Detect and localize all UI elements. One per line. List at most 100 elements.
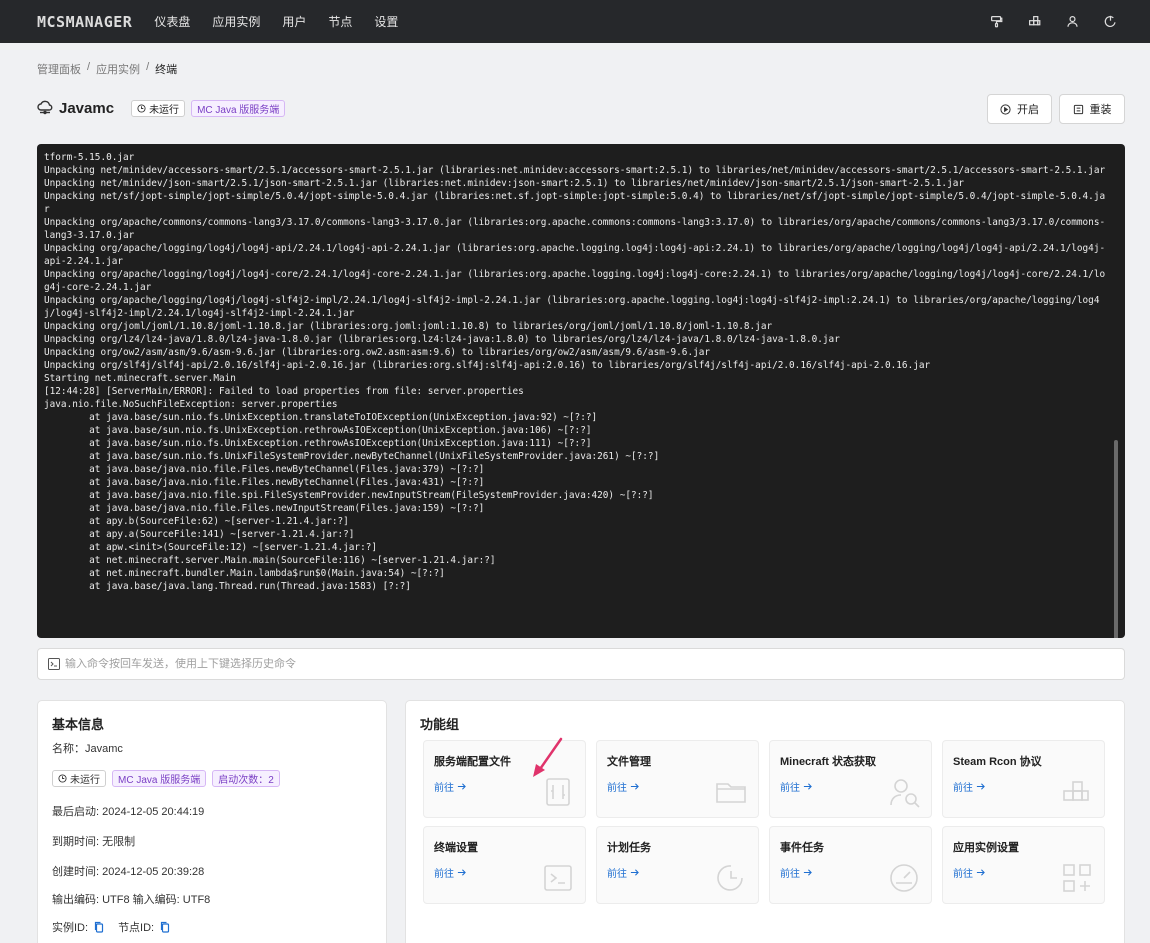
nav-users[interactable]: 用户 — [282, 13, 306, 30]
clock-icon — [58, 774, 67, 783]
type-badge: MC Java 版服务端 — [191, 100, 286, 117]
terminal-output[interactable]: tform-5.15.0.jar Unpacking net/minidev/ac… — [37, 144, 1125, 638]
function-card[interactable]: 应用实例设置 前往 — [942, 826, 1105, 904]
start-button[interactable]: 开启 — [987, 94, 1052, 124]
breadcrumb-separator: / — [146, 61, 150, 73]
basic-info-title: 基本信息 — [52, 717, 105, 732]
blocks-icon — [1063, 781, 1089, 801]
terminal-line: Unpacking org/ow2/asm/asm/9.6/asm-9.6.ja… — [44, 347, 711, 358]
function-card-title: 文件管理 — [607, 756, 651, 768]
cloud-server-icon — [37, 99, 53, 118]
go-link[interactable]: 前往 — [434, 779, 466, 794]
info-status-text: 未运行 — [70, 775, 100, 786]
terminal-line: at java.base/sun.nio.fs.UnixException.re… — [44, 425, 592, 436]
instance-header: Javamc 未运行 MC Java 版服务端 — [37, 99, 291, 118]
function-card-title: 终端设置 — [434, 842, 478, 854]
info-last-start: 最后启动: 2024-12-05 20:44:19 — [52, 806, 205, 818]
info-ids: 实例ID: 节点ID: — [52, 919, 184, 935]
info-encoding: 输出编码: UTF8 输入编码: UTF8 — [52, 894, 211, 906]
function-card-title: Steam Rcon 协议 — [953, 756, 1042, 768]
breadcrumb-separator: / — [87, 61, 91, 73]
terminal-prompt-icon — [48, 658, 60, 670]
cube-icon[interactable] — [1024, 11, 1044, 31]
breadcrumb-item-instances[interactable]: 应用实例 — [96, 61, 140, 77]
terminal-line: java.nio.file.NoSuchFileException: serve… — [44, 399, 338, 410]
function-card-title: 应用实例设置 — [953, 842, 1019, 854]
status-badge: 未运行 — [131, 100, 186, 117]
nav-instances[interactable]: 应用实例 — [212, 13, 260, 30]
command-input[interactable] — [65, 658, 1065, 670]
function-card[interactable]: 计划任务 前往 — [596, 826, 759, 904]
annotation-arrow — [533, 737, 563, 777]
terminal-line: Starting net.minecraft.server.Main — [44, 373, 236, 384]
breadcrumb-item-terminal: 终端 — [155, 64, 178, 76]
terminal-line: at java.base/java.nio.file.Files.newByte… — [44, 477, 485, 488]
arrow-right-icon — [976, 783, 985, 790]
settings-file-icon — [546, 778, 570, 806]
apps-icon — [1063, 864, 1091, 892]
reinstall-button[interactable]: 重装 — [1059, 94, 1125, 124]
logout-icon[interactable] — [1100, 11, 1120, 31]
function-card[interactable]: 事件任务 前往 — [769, 826, 932, 904]
function-card[interactable]: Minecraft 状态获取 前往 — [769, 740, 932, 818]
clock-icon — [717, 865, 743, 891]
terminal-line: at java.base/sun.nio.fs.UnixException.tr… — [44, 412, 598, 423]
breadcrumb: 管理面板 / 应用实例 / 终端 — [37, 61, 183, 77]
info-status-badge: 未运行 — [52, 770, 106, 787]
copy-instance-id-icon[interactable] — [94, 921, 104, 933]
function-card-title: 服务端配置文件 — [434, 756, 511, 768]
terminal-line: at java.base/java.nio.file.Files.newByte… — [44, 464, 485, 475]
terminal-line: at java.base/java.nio.file.spi.FileSyste… — [44, 490, 654, 501]
terminal-line: Unpacking org/slf4j/slf4j-api/2.0.16/slf… — [44, 360, 931, 371]
user-icon[interactable] — [1062, 11, 1082, 31]
app-logo[interactable]: MCSMANAGER — [37, 13, 132, 31]
function-group-title: 功能组 — [420, 717, 460, 732]
terminal-line: Unpacking org/apache/logging/log4j/log4j… — [44, 295, 1100, 319]
go-link[interactable]: 前往 — [953, 779, 985, 794]
terminal-line: [12:44:28] [ServerMain/ERROR]: Failed to… — [44, 386, 524, 397]
breadcrumb-item-panel[interactable]: 管理面板 — [37, 61, 81, 77]
reinstall-button-label: 重装 — [1089, 104, 1112, 116]
terminal-line: at apw.<init>(SourceFile:12) ~[server-1.… — [44, 542, 378, 553]
user-search-icon — [890, 779, 920, 808]
copy-node-id-icon[interactable] — [160, 921, 170, 933]
arrow-right-icon — [630, 783, 639, 790]
go-link[interactable]: 前往 — [434, 865, 466, 880]
reinstall-icon — [1073, 104, 1083, 114]
start-button-label: 开启 — [1017, 104, 1039, 116]
terminal-line: Unpacking org/apache/logging/log4j/log4j… — [44, 243, 1106, 267]
terminal-icon — [544, 865, 572, 891]
nav-dashboard[interactable]: 仪表盘 — [154, 13, 190, 30]
terminal-line: at java.base/java.lang.Thread.run(Thread… — [44, 581, 411, 592]
paint-icon[interactable] — [986, 11, 1006, 31]
function-card[interactable]: Steam Rcon 协议 前往 — [942, 740, 1105, 818]
go-link-label: 前往 — [780, 783, 800, 794]
go-link[interactable]: 前往 — [953, 865, 985, 880]
status-badge-text: 未运行 — [149, 105, 180, 116]
arrow-right-icon — [457, 869, 466, 876]
terminal-scrollbar[interactable] — [1114, 440, 1118, 638]
terminal-line: Unpacking org/apache/commons/commons-lan… — [44, 217, 1106, 241]
go-link[interactable]: 前往 — [607, 865, 639, 880]
go-link[interactable]: 前往 — [780, 779, 812, 794]
instance-id-label: 实例ID: — [52, 922, 89, 934]
function-card-title: 事件任务 — [780, 842, 824, 854]
go-link-label: 前往 — [434, 869, 454, 880]
start-count-badge: 启动次数：2 — [212, 770, 280, 787]
terminal-line: Unpacking org/lz4/lz4-java/1.8.0/lz4-jav… — [44, 334, 840, 345]
function-card[interactable]: 终端设置 前往 — [423, 826, 586, 904]
terminal-line: at net.minecraft.bundler.Main.lambda$run… — [44, 568, 445, 579]
nav-nodes[interactable]: 节点 — [328, 13, 352, 30]
terminal-line: Unpacking net/minidev/accessors-smart/2.… — [44, 165, 1106, 176]
basic-info-card: 基本信息 名称：Javamc 未运行 MC Java 版服务端 启动次数：2 最… — [37, 700, 387, 943]
command-bar — [37, 648, 1125, 680]
gauge-icon — [890, 864, 918, 892]
go-link-label: 前往 — [434, 783, 454, 794]
function-card-title: Minecraft 状态获取 — [780, 756, 876, 768]
go-link[interactable]: 前往 — [607, 779, 639, 794]
terminal-line: tform-5.15.0.jar — [44, 152, 135, 163]
go-link[interactable]: 前往 — [780, 865, 812, 880]
function-card[interactable]: 文件管理 前往 — [596, 740, 759, 818]
nav-settings[interactable]: 设置 — [374, 13, 398, 30]
node-id-label: 节点ID: — [118, 922, 155, 934]
